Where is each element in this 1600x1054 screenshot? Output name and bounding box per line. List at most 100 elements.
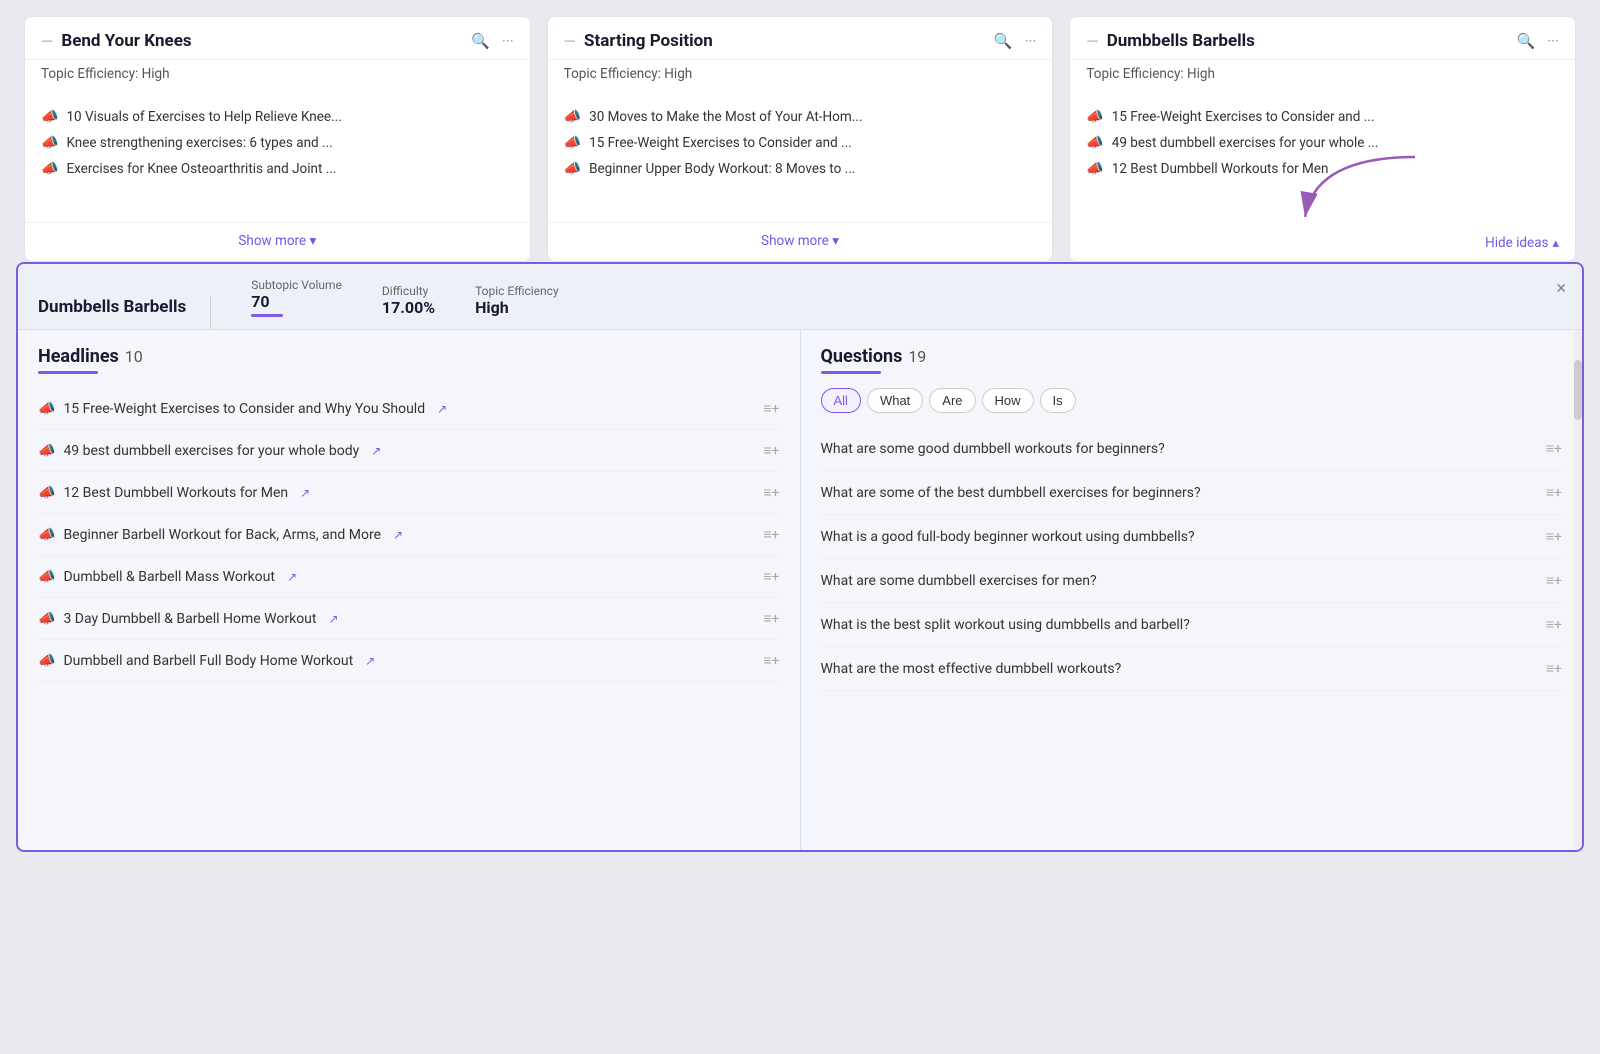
list-options-icon[interactable]: ≡+ xyxy=(763,484,779,501)
megaphone-icon: 📣 xyxy=(564,161,581,177)
question-item: What are some dumbbell exercises for men… xyxy=(821,559,1563,603)
card-bend-your-knees: — Bend Your Knees 🔍 ··· Topic Efficiency… xyxy=(24,16,531,262)
megaphone-icon: 📣 xyxy=(38,485,55,501)
list-options-icon[interactable]: ≡+ xyxy=(1546,528,1562,545)
list-options-icon[interactable]: ≡+ xyxy=(1546,484,1562,501)
list-item: 📣 Knee strengthening exercises: 6 types … xyxy=(41,130,514,156)
headline-left: 📣 Dumbbell & Barbell Mass Workout ↗ xyxy=(38,569,763,585)
list-options-icon[interactable]: ≡+ xyxy=(763,526,779,543)
card-title: Bend Your Knees xyxy=(61,31,191,51)
filter-tab-are[interactable]: Are xyxy=(929,388,975,413)
list-options-icon[interactable]: ≡+ xyxy=(763,400,779,417)
external-link-icon[interactable]: ↗ xyxy=(328,612,338,626)
megaphone-icon: 📣 xyxy=(38,443,55,459)
list-options-icon[interactable]: ≡+ xyxy=(763,442,779,459)
col-underline xyxy=(38,371,98,374)
filter-tab-all[interactable]: All xyxy=(821,388,861,413)
external-link-icon[interactable]: ↗ xyxy=(437,402,447,416)
hide-ideas-area: Hide ideas ▴ xyxy=(1070,222,1575,261)
megaphone-icon: 📣 xyxy=(38,401,55,417)
list-item: 📣 12 Best Dumbbell Workouts for Men xyxy=(1086,156,1559,182)
underline-bar xyxy=(251,314,283,317)
more-icon[interactable]: ··· xyxy=(502,32,514,50)
headline-left: 📣 Beginner Barbell Workout for Back, Arm… xyxy=(38,527,763,543)
panel-header: Dumbbells Barbells Subtopic Volume 70 Di… xyxy=(18,264,1582,330)
top-cards-section: — Bend Your Knees 🔍 ··· Topic Efficiency… xyxy=(0,0,1600,262)
external-link-icon[interactable]: ↗ xyxy=(393,528,403,542)
card-content: 📣 10 Visuals of Exercises to Help Reliev… xyxy=(25,92,530,222)
list-options-icon[interactable]: ≡+ xyxy=(1546,572,1562,589)
list-options-icon[interactable]: ≡+ xyxy=(763,568,779,585)
megaphone-icon: 📣 xyxy=(564,135,581,151)
close-button[interactable]: × xyxy=(1556,278,1566,299)
list-options-icon[interactable]: ≡+ xyxy=(1546,660,1562,677)
list-item: 📣 49 best dumbbell exercises for your wh… xyxy=(1086,130,1559,156)
megaphone-icon: 📣 xyxy=(41,135,58,151)
list-item: 📣 Exercises for Knee Osteoarthritis and … xyxy=(41,156,514,182)
scrollbar[interactable] xyxy=(1574,330,1582,850)
panel-stat-volume: Subtopic Volume 70 xyxy=(251,278,342,329)
question-item: What are some of the best dumbbell exerc… xyxy=(821,471,1563,515)
card-header-left: — Starting Position xyxy=(564,31,713,51)
topic-efficiency: Topic Efficiency: High xyxy=(548,60,1053,92)
headline-item: 📣 15 Free-Weight Exercises to Consider a… xyxy=(38,388,780,430)
topic-efficiency: Topic Efficiency: High xyxy=(25,60,530,92)
card-content: 📣 15 Free-Weight Exercises to Consider a… xyxy=(1070,92,1575,222)
card-header-icons: 🔍 ··· xyxy=(994,32,1036,50)
filter-tab-how[interactable]: How xyxy=(982,388,1034,413)
card-title: Dumbbells Barbells xyxy=(1107,31,1255,51)
card-header-icons: 🔍 ··· xyxy=(471,32,513,50)
dash-icon: — xyxy=(1086,32,1098,51)
card-dumbbells-barbells: — Dumbbells Barbells 🔍 ··· Topic Efficie… xyxy=(1069,16,1576,262)
list-options-icon[interactable]: ≡+ xyxy=(1546,616,1562,633)
questions-column: Questions 19 All What Are How Is What ar… xyxy=(801,330,1583,850)
question-item: What are the most effective dumbbell wor… xyxy=(821,647,1563,691)
panel-title: Dumbbells Barbells xyxy=(38,297,211,329)
megaphone-icon: 📣 xyxy=(38,611,55,627)
headline-item: 📣 49 best dumbbell exercises for your wh… xyxy=(38,430,780,472)
col-underline xyxy=(821,371,881,374)
list-item: 📣 15 Free-Weight Exercises to Consider a… xyxy=(564,130,1037,156)
search-icon[interactable]: 🔍 xyxy=(1517,32,1536,50)
card-title: Starting Position xyxy=(584,31,713,51)
card-starting-position: — Starting Position 🔍 ··· Topic Efficien… xyxy=(547,16,1054,262)
headline-item: 📣 Dumbbell & Barbell Mass Workout ↗ ≡+ xyxy=(38,556,780,598)
search-icon[interactable]: 🔍 xyxy=(471,32,490,50)
card-header: — Starting Position 🔍 ··· xyxy=(548,17,1053,60)
show-more-button[interactable]: Show more ▾ xyxy=(25,222,530,259)
scrollbar-thumb[interactable] xyxy=(1574,360,1582,420)
headline-left: 📣 15 Free-Weight Exercises to Consider a… xyxy=(38,401,763,417)
filter-tab-what[interactable]: What xyxy=(867,388,923,413)
external-link-icon[interactable]: ↗ xyxy=(287,570,297,584)
show-more-button[interactable]: Show more ▾ xyxy=(548,222,1053,259)
megaphone-icon: 📣 xyxy=(38,653,55,669)
megaphone-icon: 📣 xyxy=(564,109,581,125)
filter-tabs: All What Are How Is xyxy=(821,388,1563,413)
more-icon[interactable]: ··· xyxy=(1025,32,1037,50)
card-header-left: — Dumbbells Barbells xyxy=(1086,31,1255,51)
topic-efficiency: Topic Efficiency: High xyxy=(1070,60,1575,92)
list-options-icon[interactable]: ≡+ xyxy=(763,610,779,627)
hide-ideas-button[interactable]: Hide ideas xyxy=(1485,235,1548,251)
megaphone-icon: 📣 xyxy=(1086,109,1103,125)
panel-stat-efficiency: Topic Efficiency High xyxy=(475,284,559,329)
question-item: What is the best split workout using dum… xyxy=(821,603,1563,647)
list-options-icon[interactable]: ≡+ xyxy=(763,652,779,669)
list-options-icon[interactable]: ≡+ xyxy=(1546,440,1562,457)
headline-left: 📣 Dumbbell and Barbell Full Body Home Wo… xyxy=(38,653,763,669)
card-header: — Bend Your Knees 🔍 ··· xyxy=(25,17,530,60)
list-item: 📣 10 Visuals of Exercises to Help Reliev… xyxy=(41,104,514,130)
questions-title: Questions 19 xyxy=(821,346,1563,367)
question-item: What is a good full-body beginner workou… xyxy=(821,515,1563,559)
headline-left: 📣 3 Day Dumbbell & Barbell Home Workout … xyxy=(38,611,763,627)
filter-tab-is[interactable]: Is xyxy=(1040,388,1076,413)
external-link-icon[interactable]: ↗ xyxy=(365,654,375,668)
card-content: 📣 30 Moves to Make the Most of Your At-H… xyxy=(548,92,1053,222)
more-icon[interactable]: ··· xyxy=(1547,32,1559,50)
dash-icon: — xyxy=(41,32,53,51)
external-link-icon[interactable]: ↗ xyxy=(300,486,310,500)
megaphone-icon: 📣 xyxy=(38,527,55,543)
headlines-column: Headlines 10 📣 15 Free-Weight Exercises … xyxy=(18,330,801,850)
external-link-icon[interactable]: ↗ xyxy=(371,444,381,458)
search-icon[interactable]: 🔍 xyxy=(994,32,1013,50)
